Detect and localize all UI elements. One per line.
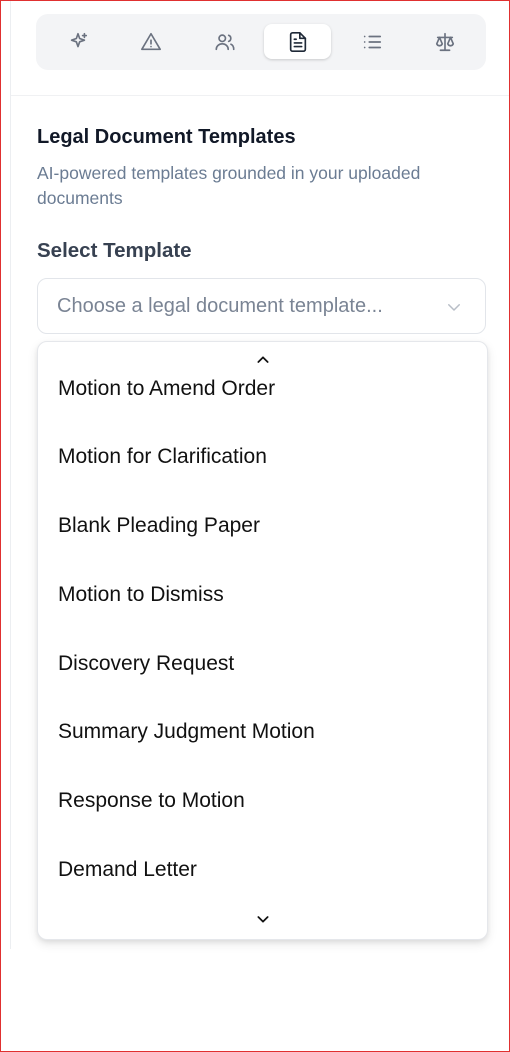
panel-subtitle: AI-powered templates grounded in your up… (37, 163, 421, 208)
tab-risks[interactable] (117, 24, 184, 59)
chevron-up-icon[interactable] (254, 352, 272, 368)
document-icon (289, 31, 306, 52)
tab-ai-assistant[interactable] (44, 24, 111, 59)
tab-parties[interactable] (191, 24, 258, 59)
tab-list[interactable] (338, 24, 405, 59)
template-option[interactable]: Summary Judgment Motion (38, 712, 487, 752)
scale-icon (435, 32, 454, 51)
tab-legal[interactable] (411, 24, 478, 59)
template-select[interactable]: Choose a legal document template... (37, 278, 486, 334)
template-select-placeholder: Choose a legal document template... (57, 295, 383, 317)
panel-title: Legal Document Templates (37, 126, 296, 148)
template-option[interactable]: Discovery Request (38, 644, 487, 684)
chevron-down-icon (448, 304, 460, 311)
header-divider (11, 95, 509, 96)
template-option[interactable]: Motion to Amend Order (38, 369, 487, 409)
chevron-down-icon[interactable] (254, 911, 272, 927)
tab-templates[interactable] (264, 24, 331, 59)
template-option[interactable]: Demand Letter (38, 850, 487, 890)
template-option[interactable]: Motion for Clarification (38, 437, 487, 477)
users-icon (214, 33, 235, 50)
template-dropdown: Motion to Amend Order Motion for Clarifi… (37, 341, 488, 940)
template-option[interactable]: Blank Pleading Paper (38, 506, 487, 546)
template-option[interactable]: Motion to Dismiss (38, 575, 487, 615)
panel-left-border (1, 1, 11, 949)
sparkles-icon (70, 32, 87, 47)
warning-triangle-icon (140, 32, 161, 50)
list-icon (363, 35, 381, 48)
template-option[interactable]: Response to Motion (38, 781, 487, 821)
tab-bar (36, 14, 486, 70)
select-template-label: Select Template (37, 239, 192, 262)
